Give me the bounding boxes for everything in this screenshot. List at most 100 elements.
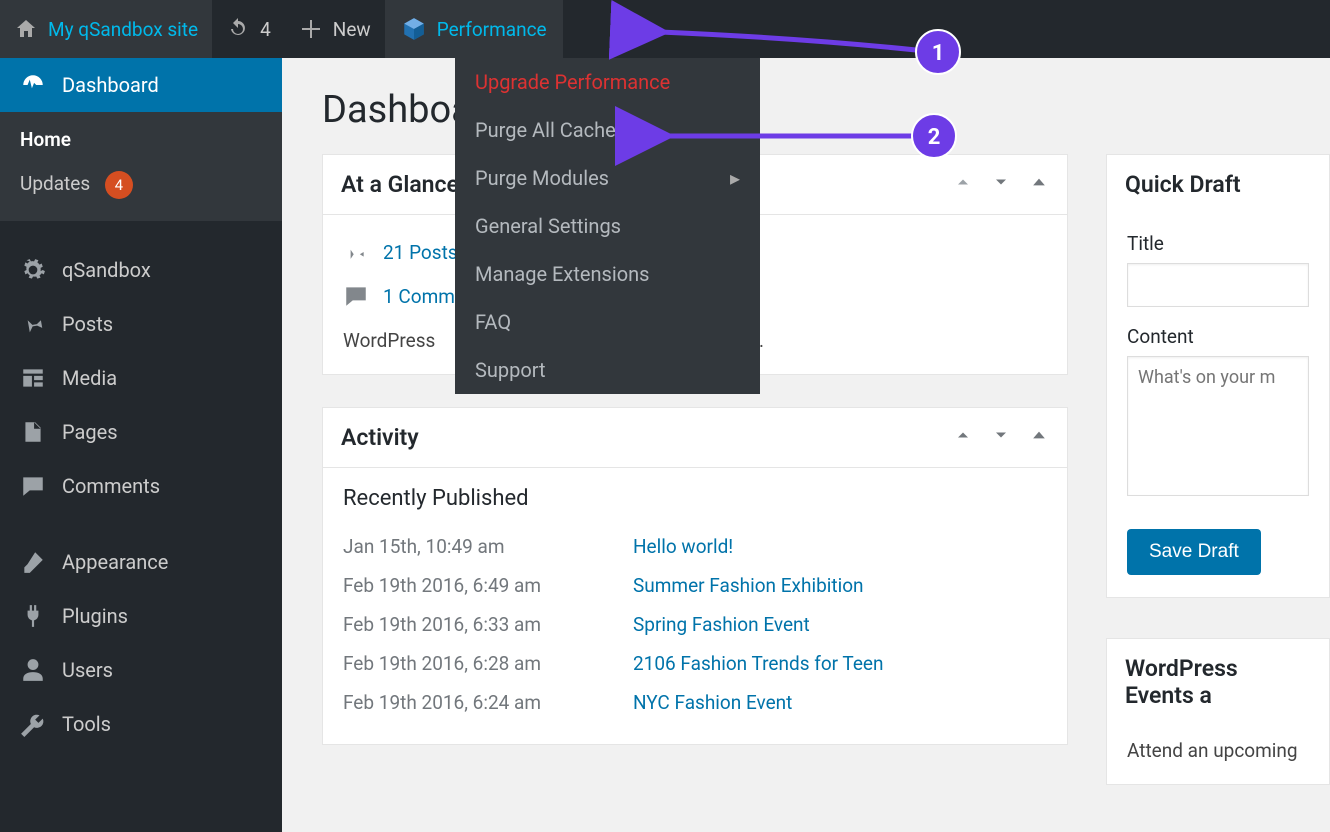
perf-manage-extensions[interactable]: Manage Extensions	[455, 250, 760, 298]
comment-icon	[20, 473, 46, 499]
activity-row: Feb 19th 2016, 6:33 am Spring Fashion Eve…	[343, 605, 1047, 644]
comment-icon	[343, 283, 369, 309]
admin-bar: My qSandbox site 4 New Performance	[0, 0, 1330, 58]
perf-purge-modules[interactable]: Purge Modules ▸	[455, 154, 760, 202]
card-activity: Activity Recently Published Jan 15th, 10…	[322, 407, 1068, 745]
activity-row: Jan 15th, 10:49 am Hello world!	[343, 527, 1047, 566]
dashboard-submenu: Home Updates 4	[0, 112, 282, 221]
submenu-updates-label: Updates	[20, 172, 90, 195]
menu-posts-label: Posts	[62, 312, 113, 336]
activity-row-link[interactable]: Summer Fashion Exhibition	[633, 574, 864, 597]
brush-icon	[20, 549, 46, 575]
admin-bar-new-label: New	[333, 18, 371, 41]
glance-card-controls	[953, 172, 1049, 197]
glance-toggle[interactable]	[1029, 172, 1049, 197]
perf-general-settings[interactable]: General Settings	[455, 202, 760, 250]
cube-icon	[401, 16, 427, 42]
chevron-right-icon: ▸	[730, 166, 740, 190]
card-wp-events: WordPress Events a Attend an upcoming	[1106, 638, 1330, 785]
dashboard-icon	[20, 72, 46, 98]
recently-published-heading: Recently Published	[343, 486, 1047, 511]
user-icon	[20, 657, 46, 683]
events-body: Attend an upcoming	[1107, 725, 1329, 784]
activity-row-time: Feb 19th 2016, 6:33 am	[343, 613, 593, 636]
menu-dashboard-label: Dashboard	[62, 73, 159, 97]
menu-qsandbox[interactable]: qSandbox	[0, 243, 282, 297]
perf-support[interactable]: Support	[455, 346, 760, 394]
menu-users[interactable]: Users	[0, 643, 282, 697]
activity-row: Feb 19th 2016, 6:24 am NYC Fashion Event	[343, 683, 1047, 722]
plus-icon	[299, 17, 323, 41]
menu-plugins-label: Plugins	[62, 604, 128, 628]
activity-row-link[interactable]: Hello world!	[633, 535, 733, 558]
activity-heading: Activity	[341, 424, 419, 451]
activity-move-down[interactable]	[991, 425, 1011, 450]
caret-up-icon	[1029, 425, 1049, 445]
perf-faq[interactable]: FAQ	[455, 298, 760, 346]
menu-users-label: Users	[62, 658, 113, 682]
quick-draft-title-label: Title	[1127, 232, 1309, 255]
glance-posts-link[interactable]: 21 Posts	[383, 241, 458, 264]
submenu-home[interactable]: Home	[0, 118, 282, 161]
activity-row-time: Feb 19th 2016, 6:24 am	[343, 691, 593, 714]
activity-move-up[interactable]	[953, 425, 973, 450]
menu-pages-label: Pages	[62, 420, 118, 444]
admin-bar-site[interactable]: My qSandbox site	[0, 0, 212, 58]
admin-bar-performance[interactable]: Performance	[385, 0, 563, 58]
menu-appearance[interactable]: Appearance	[0, 535, 282, 589]
activity-row-link[interactable]: NYC Fashion Event	[633, 691, 792, 714]
menu-comments-label: Comments	[62, 474, 160, 498]
quick-draft-content-label: Content	[1127, 325, 1309, 348]
activity-row-link[interactable]: 2106 Fashion Trends for Teen	[633, 652, 884, 675]
activity-row-time: Feb 19th 2016, 6:28 am	[343, 652, 593, 675]
menu-tools-label: Tools	[62, 712, 111, 736]
menu-appearance-label: Appearance	[62, 550, 168, 574]
pages-icon	[20, 419, 46, 445]
menu-media-label: Media	[62, 366, 117, 390]
menu-plugins[interactable]: Plugins	[0, 589, 282, 643]
content-area: Dashboard At a Glance 21 Posts P	[282, 58, 1330, 832]
activity-row-time: Feb 19th 2016, 6:49 am	[343, 574, 593, 597]
updates-badge: 4	[105, 171, 133, 199]
glance-move-up[interactable]	[953, 172, 973, 197]
chevron-up-icon	[953, 425, 973, 445]
activity-row-time: Jan 15th, 10:49 am	[343, 535, 593, 558]
menu-media[interactable]: Media	[0, 351, 282, 405]
menu-tools[interactable]: Tools	[0, 697, 282, 751]
admin-bar-updates[interactable]: 4	[212, 0, 285, 58]
refresh-icon	[226, 17, 250, 41]
chevron-down-icon	[991, 425, 1011, 445]
admin-side-nav: Dashboard Home Updates 4 qSandbox Posts Me…	[0, 58, 282, 832]
admin-bar-performance-label: Performance	[437, 18, 547, 41]
menu-comments[interactable]: Comments	[0, 459, 282, 513]
perf-purge-all-caches[interactable]: Purge All Caches	[455, 106, 760, 154]
menu-pages[interactable]: Pages	[0, 405, 282, 459]
perf-upgrade[interactable]: Upgrade Performance	[455, 58, 760, 106]
activity-row: Feb 19th 2016, 6:28 am 2106 Fashion Trend…	[343, 644, 1047, 683]
admin-bar-site-label: My qSandbox site	[48, 18, 198, 41]
caret-up-icon	[1029, 172, 1049, 192]
glance-move-down[interactable]	[991, 172, 1011, 197]
menu-posts[interactable]: Posts	[0, 297, 282, 351]
menu-qsandbox-label: qSandbox	[62, 258, 151, 282]
submenu-updates[interactable]: Updates 4	[0, 161, 282, 209]
chevron-down-icon	[991, 172, 1011, 192]
events-heading: WordPress Events a	[1125, 655, 1311, 709]
wrench-icon	[20, 711, 46, 737]
quick-draft-title-input[interactable]	[1127, 263, 1309, 307]
plug-icon	[20, 603, 46, 629]
quick-draft-heading: Quick Draft	[1125, 171, 1241, 198]
media-icon	[20, 365, 46, 391]
home-icon	[14, 17, 38, 41]
activity-row-link[interactable]: Spring Fashion Event	[633, 613, 810, 636]
pin-icon	[20, 311, 46, 337]
card-quick-draft: Quick Draft Title Content Save Draft	[1106, 154, 1330, 598]
menu-dashboard[interactable]: Dashboard	[0, 58, 282, 112]
pin-icon	[343, 239, 369, 265]
at-a-glance-heading: At a Glance	[341, 171, 459, 198]
activity-card-controls	[953, 425, 1049, 450]
activity-toggle[interactable]	[1029, 425, 1049, 450]
admin-bar-new[interactable]: New	[285, 0, 385, 58]
quick-draft-content-textarea[interactable]	[1127, 356, 1309, 496]
save-draft-button[interactable]: Save Draft	[1127, 529, 1261, 575]
